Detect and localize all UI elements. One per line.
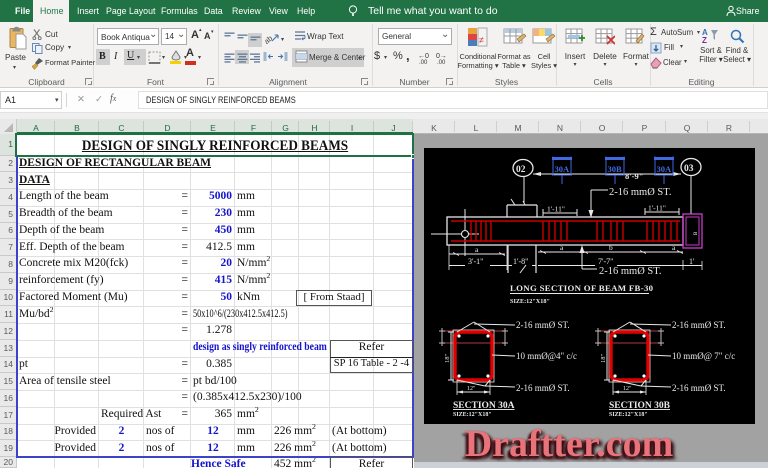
svg-text:18": 18" <box>600 354 607 364</box>
svg-text:ab: ab <box>264 34 274 45</box>
svg-text:2-16 mmØ ST.: 2-16 mmØ ST. <box>599 266 662 277</box>
svg-text:←0: ←0 <box>418 53 429 60</box>
svg-text:.00: .00 <box>437 60 446 65</box>
svg-text:.00: .00 <box>419 60 428 65</box>
svg-text:SECTION 30B: SECTION 30B <box>609 401 671 411</box>
svg-text:30A: 30A <box>555 164 571 174</box>
svg-text:1': 1' <box>689 257 695 266</box>
svg-text:02: 02 <box>516 165 526 175</box>
svg-text:30A: 30A <box>657 164 673 174</box>
svg-text:12": 12" <box>467 386 476 392</box>
svg-text:18": 18" <box>444 354 451 364</box>
svg-text:b: b <box>609 243 613 252</box>
svg-text:7'-7": 7'-7" <box>598 257 613 266</box>
svg-text:3'-1": 3'-1" <box>468 257 483 266</box>
svg-text:1'-11": 1'-11" <box>547 205 565 214</box>
svg-text:2-16 mmØ ST.: 2-16 mmØ ST. <box>516 320 570 330</box>
svg-text:SIZE:12"X18": SIZE:12"X18" <box>510 298 550 305</box>
svg-text:SIZE:12"X18": SIZE:12"X18" <box>609 412 648 418</box>
svg-text:B: B <box>694 231 699 235</box>
svg-text:SECTION 30A: SECTION 30A <box>453 401 515 411</box>
svg-text:12": 12" <box>623 386 632 392</box>
svg-text:30B: 30B <box>608 164 623 174</box>
svg-text:SIZE:12"X18": SIZE:12"X18" <box>453 412 492 418</box>
svg-text:10 mmØ@4" c/c: 10 mmØ@4" c/c <box>516 351 577 361</box>
svg-text:8'-9": 8'-9" <box>625 171 643 181</box>
svg-text:2-16 mmØ ST.: 2-16 mmØ ST. <box>672 320 726 330</box>
svg-text:1'-11": 1'-11" <box>648 204 666 213</box>
svg-text:1'-8": 1'-8" <box>513 257 528 266</box>
svg-text:0→: 0→ <box>436 53 447 60</box>
svg-text:2-16 mmØ ST.: 2-16 mmØ ST. <box>609 187 672 198</box>
svg-text:LONG SECTION OF BEAM FB-30: LONG SECTION OF BEAM FB-30 <box>510 283 654 293</box>
svg-text:10 mmØ@ 7" c/c: 10 mmØ@ 7" c/c <box>672 351 735 361</box>
svg-text:2-16 mmØ ST.: 2-16 mmØ ST. <box>672 383 726 393</box>
svg-text:2-16 mmØ ST.: 2-16 mmØ ST. <box>516 383 570 393</box>
svg-text:a: a <box>475 245 479 254</box>
svg-text:Z: Z <box>702 36 707 44</box>
svg-text:03: 03 <box>684 164 694 174</box>
svg-text:≠: ≠ <box>479 35 484 45</box>
